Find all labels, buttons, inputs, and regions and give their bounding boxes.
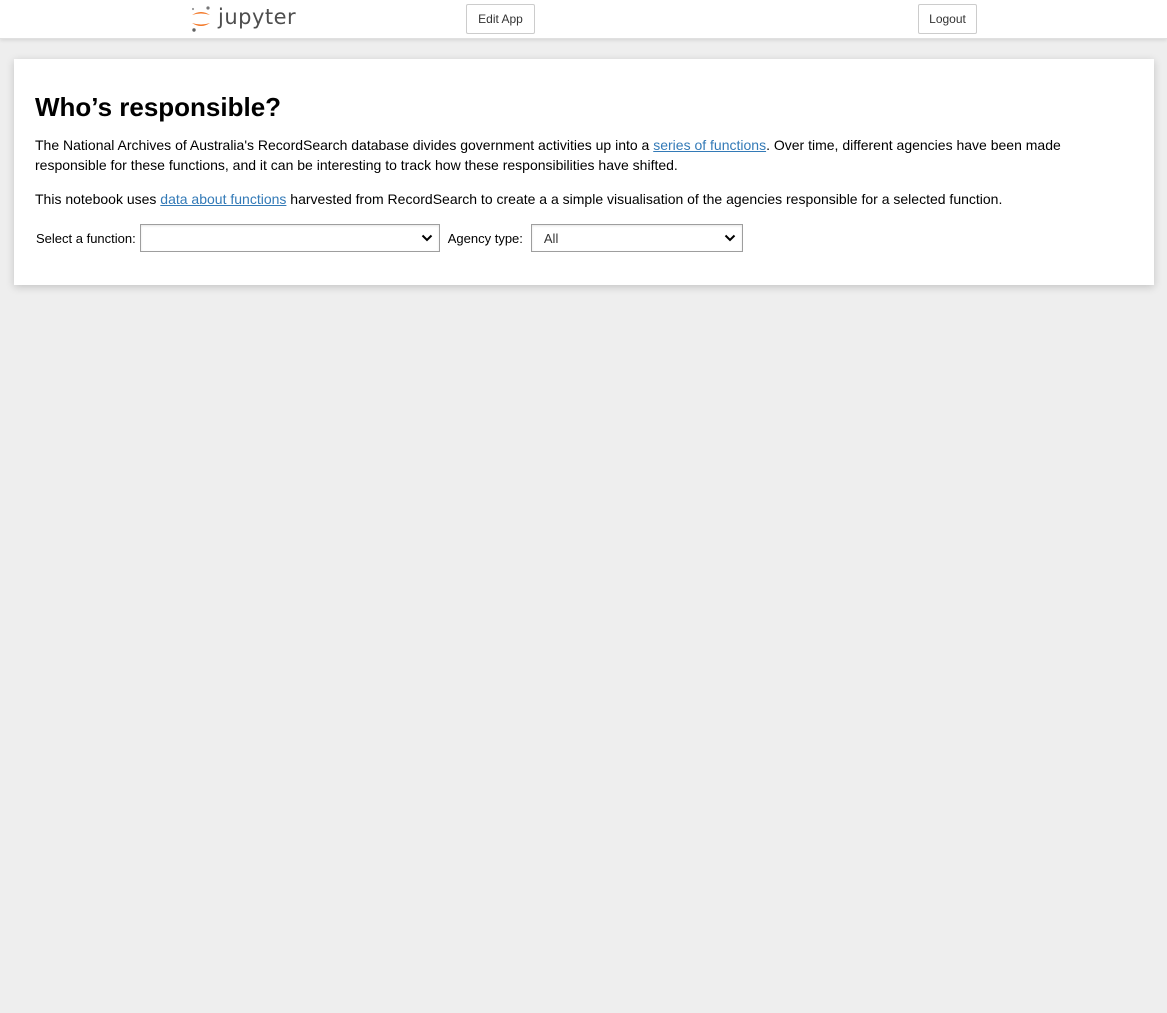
- edit-app-button[interactable]: Edit App: [466, 4, 535, 34]
- intro-paragraph: The National Archives of Australia's Rec…: [35, 135, 1125, 175]
- function-select[interactable]: [139, 224, 440, 252]
- data-about-functions-link[interactable]: data about functions: [160, 191, 286, 207]
- function-select-label: Select a function:: [36, 230, 136, 246]
- notebook-card: Who’s responsible? The National Archives…: [14, 59, 1154, 285]
- agency-type-value: All: [543, 230, 559, 246]
- agency-type-select[interactable]: All: [530, 224, 743, 252]
- description-paragraph: This notebook uses data about functions …: [35, 189, 1125, 209]
- widget-row: Select a function: Agency type: All: [36, 223, 743, 253]
- description-text-start: This notebook uses: [35, 191, 161, 207]
- header-bar: jupyter Edit App Logout: [0, 0, 1167, 39]
- agency-type-label: Agency type:: [447, 230, 523, 246]
- series-of-functions-link[interactable]: series of functions: [653, 137, 766, 153]
- chevron-down-icon: [724, 234, 736, 242]
- jupyter-logo[interactable]: jupyter: [190, 4, 296, 34]
- chevron-down-icon: [421, 234, 432, 242]
- logout-button[interactable]: Logout: [918, 4, 977, 34]
- intro-text-start: The National Archives of Australia's Rec…: [35, 137, 654, 153]
- logo-text: jupyter: [218, 4, 297, 29]
- jupyter-logo-icon: [191, 6, 210, 32]
- page-title: Who’s responsible?: [35, 92, 282, 122]
- description-text-end: harvested from RecordSearch to create a …: [286, 191, 1003, 207]
